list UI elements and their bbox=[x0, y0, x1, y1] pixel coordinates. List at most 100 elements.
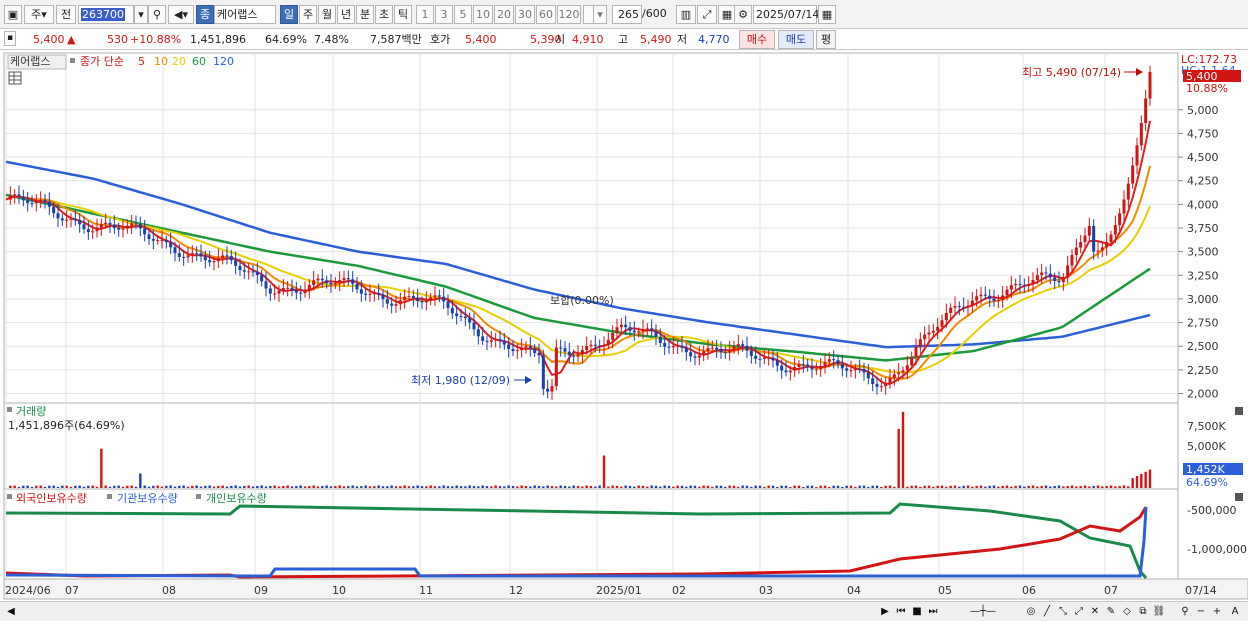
stop-icon[interactable]: ■ bbox=[910, 604, 924, 619]
candle-body bbox=[433, 295, 437, 298]
text-tool-icon[interactable]: A bbox=[1228, 604, 1242, 619]
volume-title: 거래량 bbox=[16, 405, 46, 418]
volume-bar bbox=[689, 485, 692, 488]
calendar-icon[interactable]: ▦ bbox=[818, 5, 836, 24]
candle-body bbox=[1135, 145, 1139, 166]
low-label: 저 bbox=[677, 33, 688, 46]
volume-bar bbox=[368, 486, 372, 488]
volume-bar bbox=[875, 485, 879, 488]
speaker-icon[interactable]: ◀▾ bbox=[168, 5, 194, 24]
volume-bar bbox=[542, 486, 545, 488]
candle-body bbox=[182, 256, 186, 258]
stock-name-field[interactable]: 케어랩스 bbox=[214, 5, 276, 24]
volume-bar bbox=[30, 486, 34, 488]
zoom-slider[interactable]: —┼— bbox=[950, 604, 1016, 619]
sell-button[interactable]: 매도 bbox=[778, 30, 814, 49]
link-tool-icon[interactable]: ⛓ bbox=[1152, 604, 1166, 619]
interval-dropdown[interactable]: ▾ bbox=[593, 5, 607, 24]
date-input[interactable]: 2025/07/14 bbox=[753, 5, 819, 24]
count-input[interactable]: 265 bbox=[612, 5, 642, 24]
scroll-left-icon[interactable]: ◀ bbox=[4, 604, 18, 619]
last-page-icon[interactable]: ⏭ bbox=[926, 604, 940, 619]
prev-button[interactable]: 전 bbox=[56, 5, 76, 24]
trend-tool-icon[interactable]: ⤡ bbox=[1056, 604, 1070, 619]
volume-bar bbox=[767, 485, 770, 488]
stock-chart[interactable]: 5,000 4,750 4,500 4,250 4,000 3,750 3,500 3,250… bbox=[0, 51, 1248, 607]
tab-week[interactable]: 주 bbox=[299, 5, 317, 24]
volume-bar bbox=[529, 486, 532, 488]
candle-body bbox=[56, 213, 60, 219]
candle-icon[interactable]: ▥ bbox=[676, 5, 696, 24]
candle-body bbox=[875, 384, 879, 387]
candle-body bbox=[381, 294, 385, 300]
flat-annotation: 보합(0.00%) bbox=[550, 294, 614, 307]
line-tool-icon[interactable]: ╱ bbox=[1040, 604, 1054, 619]
volume-bar bbox=[914, 485, 918, 488]
interval-5[interactable]: 5 bbox=[454, 5, 472, 24]
tab-tick[interactable]: 틱 bbox=[394, 5, 412, 24]
volume-bar bbox=[260, 485, 263, 488]
candle-body bbox=[511, 348, 515, 352]
tab-day[interactable]: 일 bbox=[280, 5, 298, 24]
interval-120[interactable]: 120 bbox=[557, 5, 581, 24]
interval-10[interactable]: 10 bbox=[473, 5, 493, 24]
x-axis-label: 07 bbox=[1104, 584, 1118, 597]
market-select[interactable]: 주▾ bbox=[24, 5, 54, 24]
interval-1[interactable]: 1 bbox=[416, 5, 434, 24]
cross-tool-icon[interactable]: ✕ bbox=[1088, 604, 1102, 619]
scroll-right-icon[interactable]: ▶ bbox=[878, 604, 892, 619]
zoom-tool-icon[interactable]: ⤢ bbox=[697, 5, 717, 24]
candle-body bbox=[528, 346, 532, 349]
x-axis-label: 2025/01 bbox=[596, 584, 642, 597]
search-zoom-icon[interactable]: ⚲ bbox=[1178, 604, 1192, 619]
gear-icon[interactable]: ⚙ bbox=[734, 5, 752, 24]
tab-year[interactable]: 년 bbox=[337, 5, 355, 24]
interval-3[interactable]: 3 bbox=[435, 5, 453, 24]
candle-body bbox=[498, 339, 502, 341]
interval-30[interactable]: 30 bbox=[515, 5, 535, 24]
candle-body bbox=[793, 366, 797, 371]
holding-pane-close-icon[interactable] bbox=[1235, 493, 1243, 501]
draw-tool-icon[interactable]: ◎ bbox=[1024, 604, 1038, 619]
candle-body bbox=[476, 329, 480, 337]
tab-month[interactable]: 월 bbox=[318, 5, 336, 24]
volume-bar bbox=[425, 486, 428, 488]
chart-area[interactable]: 5,000 4,750 4,500 4,250 4,000 3,750 3,500 3,250… bbox=[0, 51, 1248, 607]
candle-body bbox=[641, 329, 645, 332]
copy-tool-icon[interactable]: ⧉ bbox=[1136, 604, 1150, 619]
pen-tool-icon[interactable]: ✎ bbox=[1104, 604, 1118, 619]
shape-tool-icon[interactable]: ◇ bbox=[1120, 604, 1134, 619]
code-dropdown-button[interactable]: ▾ bbox=[134, 5, 148, 24]
zoom-in-icon[interactable]: + bbox=[1210, 604, 1224, 619]
chart-scrollbar[interactable]: ◀ ▶ ⏮ ■ ⏭ —┼— ◎ ╱ ⤡ ⤢ ✕ ✎ ◇ ⧉ ⛓ ⚲ − + A bbox=[0, 601, 1248, 621]
candle-body bbox=[866, 372, 870, 379]
volume-bar bbox=[468, 485, 471, 488]
volume-bar bbox=[685, 486, 688, 488]
candle-body bbox=[871, 378, 875, 385]
table-icon[interactable] bbox=[8, 71, 22, 85]
x-axis-label: 11 bbox=[419, 584, 433, 597]
eval-button[interactable]: 평 bbox=[816, 30, 836, 49]
volume-bar bbox=[932, 486, 935, 488]
volume-bar bbox=[585, 485, 588, 488]
volume-pane-close-icon[interactable] bbox=[1235, 407, 1243, 415]
candle-body bbox=[26, 200, 30, 204]
first-page-icon[interactable]: ⏮ bbox=[894, 604, 908, 619]
tab-second[interactable]: 초 bbox=[375, 5, 393, 24]
stock-code-input[interactable]: 263700 bbox=[78, 5, 134, 24]
price-tick-label: 4,500 bbox=[1187, 151, 1219, 164]
search-icon[interactable]: ⚲ bbox=[148, 5, 166, 24]
fib-tool-icon[interactable]: ⤢ bbox=[1072, 604, 1086, 619]
buy-button[interactable]: 매수 bbox=[739, 30, 775, 49]
candle-body bbox=[654, 331, 658, 337]
volume-bar bbox=[481, 485, 484, 488]
candle-body bbox=[715, 347, 719, 350]
volume-bar bbox=[1114, 486, 1117, 488]
interval-60[interactable]: 60 bbox=[536, 5, 556, 24]
quote-toggle[interactable]: ▪ bbox=[4, 31, 16, 46]
interval-20[interactable]: 20 bbox=[494, 5, 514, 24]
layout-icon[interactable]: ▣ bbox=[4, 5, 22, 24]
zoom-out-icon[interactable]: − bbox=[1194, 604, 1208, 619]
tab-minute[interactable]: 분 bbox=[356, 5, 374, 24]
candle-body bbox=[962, 306, 966, 308]
